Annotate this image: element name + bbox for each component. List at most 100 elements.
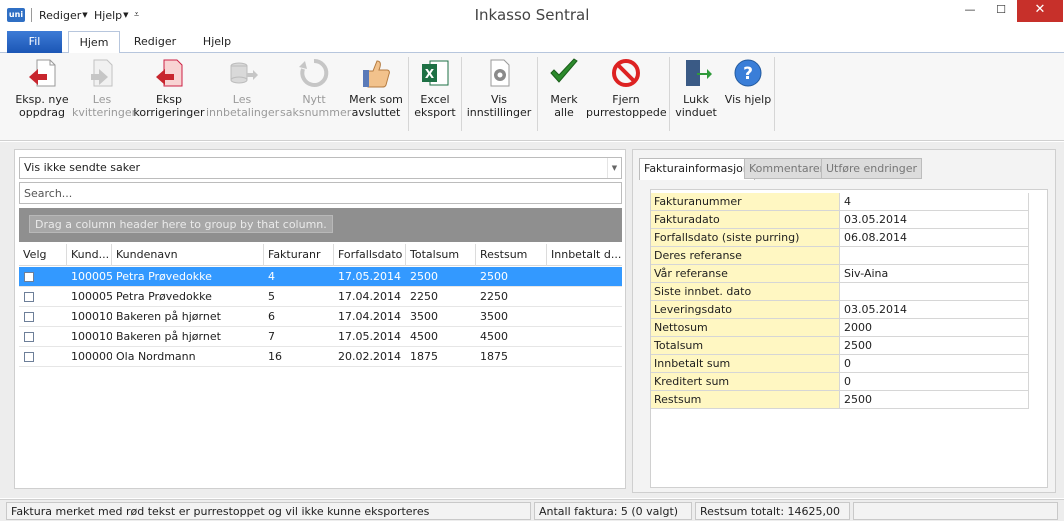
info-row-innbetalt-sum: Innbetalt sum 0	[651, 355, 1029, 373]
cell-totalsum: 2500	[410, 270, 438, 283]
row-checkbox[interactable]	[24, 332, 34, 342]
maximize-button[interactable]: ☐	[986, 0, 1016, 22]
info-value: Siv-Aina	[841, 265, 1029, 282]
info-value: 2500	[841, 391, 1029, 408]
column-header-innbetalt-dato[interactable]: Innbetalt d...	[547, 244, 622, 266]
tab-fakturainformasjon[interactable]: Fakturainformasjon	[639, 158, 755, 180]
mark-completed-button[interactable]: Merk som avsluttet	[348, 57, 404, 129]
info-value	[841, 247, 1029, 264]
show-help-button[interactable]: ? Vis hjelp	[724, 57, 772, 129]
cell-forfallsdato: 17.04.2014	[338, 290, 401, 303]
customize-quick-access-icon[interactable]: ⩡	[134, 8, 139, 22]
table-row[interactable]: 100000 Ola Nordmann 16 20.02.2014 1875 1…	[19, 347, 622, 367]
tab-utfore-endringer[interactable]: Utføre endringer	[821, 158, 923, 179]
cell-restsum: 1875	[480, 350, 508, 363]
info-row-fakturanummer: Fakturanummer 4	[651, 193, 1029, 211]
cell-restsum: 2250	[480, 290, 508, 303]
remove-dunning-stopped-button[interactable]: Fjern purrestoppede	[586, 57, 667, 129]
quick-access-rediger[interactable]: Rediger▼	[39, 8, 88, 23]
info-value: 0	[841, 355, 1029, 372]
ribbon-tab-strip: Fil Hjem Rediger Hjelp	[0, 30, 1064, 54]
tab-hjem[interactable]: Hjem	[68, 31, 120, 54]
column-header-totalsum[interactable]: Totalsum	[406, 244, 476, 266]
minimize-button[interactable]: —	[955, 0, 985, 22]
quick-access-separator	[31, 8, 32, 22]
exit-door-icon	[686, 60, 712, 86]
new-case-number-icon	[299, 58, 329, 87]
cell-kundenavn: Ola Nordmann	[116, 350, 196, 363]
info-key: Siste innbet. dato	[651, 283, 840, 300]
close-window-button[interactable]: Lukk vinduet	[672, 57, 720, 129]
quick-access-hjelp-label: Hjelp	[94, 9, 123, 22]
info-value: 2500	[841, 337, 1029, 354]
close-button[interactable]: ✕	[1017, 0, 1063, 22]
column-header-kundenavn[interactable]: Kundenavn	[112, 244, 264, 266]
info-key: Totalsum	[651, 337, 840, 354]
cell-forfallsdato: 20.02.2014	[338, 350, 401, 363]
search-input[interactable]	[19, 182, 622, 204]
show-settings-label: Vis innstillinger	[466, 93, 532, 119]
cell-kundenr: 100000	[71, 350, 112, 363]
ribbon-separator	[461, 57, 462, 131]
cell-innbetalt	[547, 307, 622, 327]
import-receipts-icon	[91, 59, 113, 87]
chevron-down-icon[interactable]: ▼	[607, 158, 621, 178]
export-new-orders-button[interactable]: Eksp. nye oppdrag	[14, 57, 70, 129]
column-header-restsum[interactable]: Restsum	[476, 244, 547, 266]
read-payments-icon	[230, 62, 258, 84]
select-all-label: Merk alle	[550, 93, 578, 119]
cell-kundenr: 100005	[71, 270, 112, 283]
group-by-panel[interactable]: Drag a column header here to group by th…	[19, 208, 622, 242]
cell-totalsum: 4500	[410, 330, 438, 343]
read-payments-label: Les innbetalinger	[206, 93, 280, 119]
info-row-deres-referanse: Deres referanse	[651, 247, 1029, 265]
tab-rediger[interactable]: Rediger	[124, 31, 186, 53]
ribbon-separator	[669, 57, 670, 131]
tab-kommentarer[interactable]: Kommentarer	[744, 158, 830, 179]
read-payments-button[interactable]: Les innbetalinger	[206, 57, 280, 129]
cell-forfallsdato: 17.05.2014	[338, 270, 401, 283]
row-checkbox[interactable]	[24, 312, 34, 322]
info-value: 2000	[841, 319, 1029, 336]
column-header-velg[interactable]: Velg	[19, 244, 67, 266]
tab-hjelp[interactable]: Hjelp	[190, 31, 244, 53]
title-bar: uni Rediger▼ Hjelp▼ ⩡ Inkasso Sentral — …	[0, 0, 1064, 30]
info-value	[841, 283, 1029, 300]
select-all-button[interactable]: Merk alle	[542, 57, 586, 129]
cell-restsum: 2500	[480, 270, 508, 283]
column-header-forfallsdato[interactable]: Forfallsdato	[334, 244, 406, 266]
svg-text:X: X	[425, 67, 435, 81]
help-icon: ?	[734, 59, 762, 87]
column-header-kundenr[interactable]: Kund...	[67, 244, 112, 266]
info-key: Vår referanse	[651, 265, 840, 282]
info-row-nettosum: Nettosum 2000	[651, 319, 1029, 337]
quick-access-hjelp[interactable]: Hjelp▼	[94, 8, 129, 23]
table-row[interactable]: 100005 Petra Prøvedokke 5 17.04.2014 225…	[19, 287, 622, 307]
ribbon-separator	[537, 57, 538, 131]
table-row[interactable]: 100010 Bakeren på hjørnet 7 17.05.2014 4…	[19, 327, 622, 347]
grid-header: Velg Kund... Kundenavn Fakturanr Forfall…	[19, 244, 622, 266]
cell-fakturanr: 6	[268, 310, 275, 323]
column-header-fakturanr[interactable]: Fakturanr	[264, 244, 334, 266]
export-red-arrow-icon	[29, 59, 56, 87]
group-by-hint: Drag a column header here to group by th…	[29, 215, 333, 233]
excel-export-button[interactable]: X Excel eksport	[412, 57, 458, 129]
cell-forfallsdato: 17.04.2014	[338, 310, 401, 323]
cell-innbetalt	[547, 287, 622, 307]
new-case-number-button[interactable]: Nytt saksnummer	[280, 57, 351, 129]
row-checkbox[interactable]	[24, 292, 34, 302]
export-corrections-button[interactable]: Eksp korrigeringer	[132, 57, 206, 129]
cell-kundenavn: Petra Prøvedokke	[116, 270, 212, 283]
read-receipts-button[interactable]: Les kvitteringer	[72, 57, 136, 129]
info-row-siste-innbet-dato: Siste innbet. dato	[651, 283, 1029, 301]
row-checkbox[interactable]	[24, 352, 34, 362]
cell-fakturanr: 7	[268, 330, 275, 343]
remove-dunning-stopped-label: Fjern purrestoppede	[586, 93, 667, 119]
table-row[interactable]: 100010 Bakeren på hjørnet 6 17.04.2014 3…	[19, 307, 622, 327]
row-checkbox[interactable]	[24, 272, 34, 282]
filter-dropdown[interactable]: Vis ikke sendte saker ▼	[19, 157, 622, 179]
tab-file[interactable]: Fil	[7, 31, 62, 53]
show-settings-button[interactable]: Vis innstillinger	[464, 57, 534, 129]
info-row-kreditert-sum: Kreditert sum 0	[651, 373, 1029, 391]
table-row[interactable]: 100005 Petra Prøvedokke 4 17.05.2014 250…	[19, 267, 622, 287]
